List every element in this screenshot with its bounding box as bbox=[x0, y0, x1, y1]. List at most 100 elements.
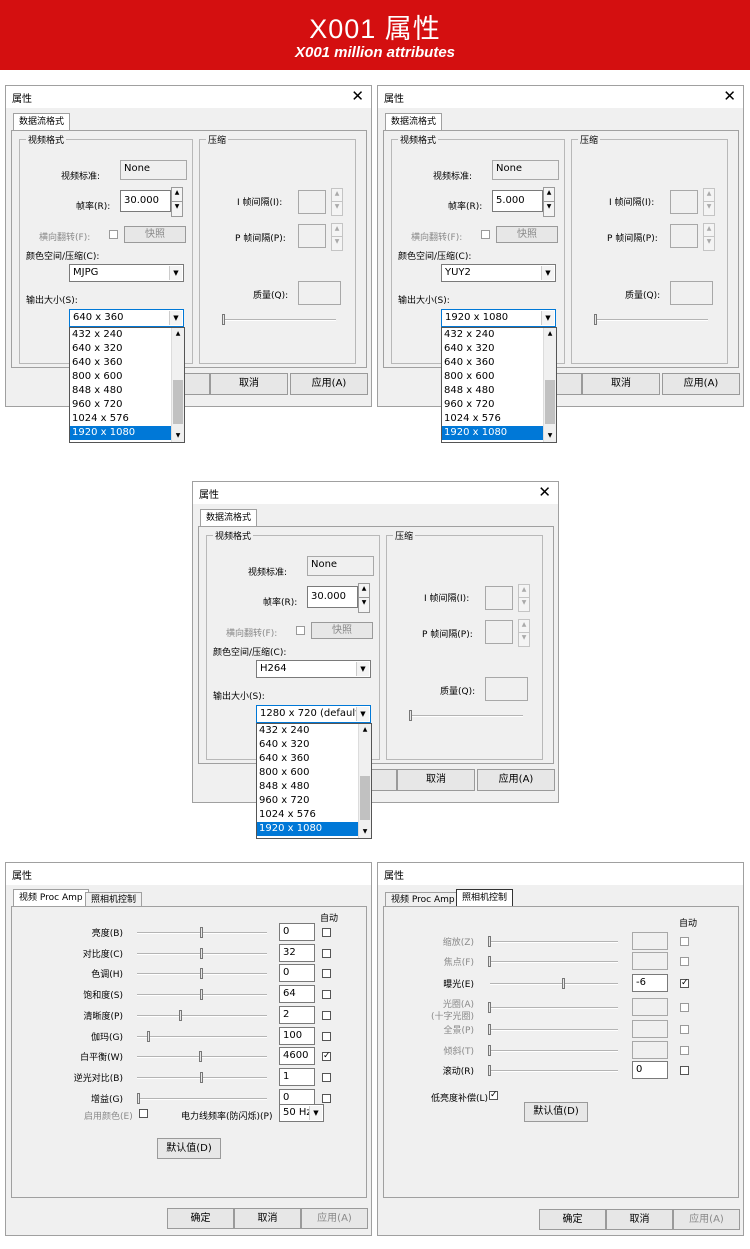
auto-checkbox[interactable] bbox=[322, 969, 331, 979]
dropdown-scrollbar[interactable]: ▲ ▼ bbox=[171, 328, 184, 442]
dropdown-option[interactable]: 1920 x 1080 bbox=[70, 426, 184, 440]
auto-checkbox[interactable] bbox=[322, 928, 331, 937]
value-field[interactable]: 4600 bbox=[279, 1047, 315, 1066]
low-light-checkbox[interactable]: ✓ bbox=[489, 1091, 498, 1100]
slider-thumb[interactable] bbox=[488, 1024, 491, 1035]
quality-slider-thumb[interactable] bbox=[409, 710, 412, 721]
spin-down-icon[interactable]: ▼ bbox=[544, 202, 554, 216]
dropdown-option[interactable]: 960 x 720 bbox=[257, 794, 371, 808]
dropdown-option[interactable]: 848 x 480 bbox=[70, 384, 184, 398]
value-field[interactable]: 100 bbox=[279, 1026, 315, 1045]
output-size-select[interactable]: 1280 x 720 (default ▼ bbox=[256, 705, 371, 723]
dropdown-option[interactable]: 800 x 600 bbox=[442, 370, 556, 384]
dropdown-scrollbar[interactable]: ▲ ▼ bbox=[543, 328, 556, 442]
apply-button[interactable]: 应用(A) bbox=[301, 1208, 368, 1229]
dropdown-option[interactable]: 640 x 360 bbox=[442, 356, 556, 370]
quality-slider-track[interactable] bbox=[411, 715, 523, 717]
slider-thumb[interactable] bbox=[488, 1045, 491, 1056]
h-flip-checkbox[interactable] bbox=[109, 230, 118, 239]
chevron-down-icon[interactable]: ▼ bbox=[356, 707, 369, 721]
slider-thumb[interactable] bbox=[200, 1071, 203, 1083]
chevron-down-icon[interactable]: ▼ bbox=[169, 266, 182, 280]
cancel-button[interactable]: 取消 bbox=[397, 769, 475, 791]
dropdown-scrollbar[interactable]: ▲ ▼ bbox=[358, 724, 371, 838]
cancel-button[interactable]: 取消 bbox=[606, 1209, 673, 1230]
spin-down-icon[interactable]: ▼ bbox=[172, 202, 182, 216]
dropdown-option[interactable]: 1024 x 576 bbox=[257, 808, 371, 822]
quality-slider-thumb[interactable] bbox=[222, 314, 225, 325]
slider-track[interactable] bbox=[490, 1029, 618, 1031]
output-size-select[interactable]: 1920 x 1080 ▼ bbox=[441, 309, 556, 327]
tab-stream-format[interactable]: 数据流格式 bbox=[385, 113, 443, 131]
output-size-select[interactable]: 640 x 360 ▼ bbox=[69, 309, 184, 327]
color-space-select[interactable]: YUY2 ▼ bbox=[441, 264, 556, 282]
color-enable-checkbox[interactable] bbox=[139, 1109, 148, 1118]
tab-video-procamp[interactable]: 视频 Proc Amp bbox=[13, 889, 89, 907]
dropdown-option[interactable]: 848 x 480 bbox=[257, 780, 371, 794]
scroll-up-icon[interactable]: ▲ bbox=[544, 328, 556, 340]
slider-thumb[interactable] bbox=[200, 927, 203, 938]
dropdown-option[interactable]: 800 x 600 bbox=[70, 370, 184, 384]
snapshot-button[interactable]: 快照 bbox=[496, 226, 558, 243]
value-field[interactable]: -6 bbox=[632, 974, 668, 992]
color-space-select[interactable]: MJPG ▼ bbox=[69, 264, 184, 282]
slider-thumb[interactable] bbox=[488, 956, 491, 967]
value-field[interactable]: 0 bbox=[632, 1061, 668, 1079]
auto-checkbox[interactable] bbox=[322, 948, 331, 958]
frame-rate-input[interactable]: 5.000 bbox=[492, 190, 543, 212]
slider-track[interactable] bbox=[490, 1070, 618, 1072]
dropdown-option[interactable]: 640 x 320 bbox=[70, 342, 184, 356]
dropdown-option[interactable]: 432 x 240 bbox=[70, 328, 184, 342]
chevron-down-icon[interactable]: ▼ bbox=[309, 1106, 322, 1120]
dropdown-option[interactable]: 1920 x 1080 bbox=[442, 426, 556, 440]
tab-stream-format[interactable]: 数据流格式 bbox=[200, 509, 258, 527]
scroll-thumb[interactable] bbox=[360, 776, 370, 820]
slider-thumb[interactable] bbox=[488, 936, 491, 947]
slider-thumb[interactable] bbox=[488, 1002, 491, 1013]
h-flip-checkbox[interactable] bbox=[481, 230, 490, 239]
value-field[interactable]: 0 bbox=[279, 923, 315, 941]
scroll-up-icon[interactable]: ▲ bbox=[172, 328, 184, 340]
slider-thumb[interactable] bbox=[199, 1051, 202, 1063]
spin-up-icon[interactable]: ▲ bbox=[359, 584, 369, 598]
chevron-down-icon[interactable]: ▼ bbox=[541, 266, 554, 280]
close-icon[interactable]: ✕ bbox=[723, 87, 736, 105]
close-icon[interactable]: ✕ bbox=[351, 87, 364, 105]
slider-track[interactable] bbox=[490, 1050, 618, 1052]
tab-camera-control[interactable]: 照相机控制 bbox=[85, 892, 143, 907]
cancel-button[interactable]: 取消 bbox=[234, 1208, 301, 1229]
scroll-up-icon[interactable]: ▲ bbox=[359, 724, 371, 736]
quality-slider-track[interactable] bbox=[596, 319, 708, 321]
cancel-button[interactable]: 取消 bbox=[582, 373, 660, 395]
frame-rate-input[interactable]: 30.000 bbox=[307, 586, 358, 608]
auto-checkbox[interactable] bbox=[680, 1025, 689, 1034]
frame-rate-spinner[interactable]: ▲ ▼ bbox=[543, 187, 555, 217]
slider-track[interactable] bbox=[490, 961, 618, 963]
scroll-down-icon[interactable]: ▼ bbox=[172, 430, 184, 442]
h-flip-checkbox[interactable] bbox=[296, 626, 305, 635]
slider-thumb[interactable] bbox=[179, 1009, 182, 1021]
powerline-select[interactable]: 50 Hz ▼ bbox=[279, 1104, 324, 1122]
dropdown-option[interactable]: 640 x 320 bbox=[442, 342, 556, 356]
auto-checkbox[interactable] bbox=[322, 990, 331, 1000]
scroll-thumb[interactable] bbox=[173, 380, 183, 424]
slider-thumb[interactable] bbox=[200, 968, 203, 980]
scroll-down-icon[interactable]: ▼ bbox=[544, 430, 556, 442]
slider-thumb[interactable] bbox=[562, 978, 565, 989]
auto-checkbox[interactable]: ✓ bbox=[322, 1052, 331, 1062]
value-field[interactable]: 32 bbox=[279, 943, 315, 962]
auto-checkbox[interactable] bbox=[322, 1031, 331, 1041]
auto-checkbox[interactable] bbox=[322, 1010, 331, 1020]
slider-thumb[interactable] bbox=[488, 1065, 491, 1076]
spin-down-icon[interactable]: ▼ bbox=[359, 598, 369, 612]
auto-checkbox[interactable] bbox=[322, 1093, 331, 1103]
tab-stream-format[interactable]: 数据流格式 bbox=[13, 113, 71, 131]
slider-track[interactable] bbox=[490, 1007, 618, 1009]
slider-track[interactable] bbox=[490, 941, 618, 943]
ok-button[interactable]: 确定 bbox=[539, 1209, 606, 1230]
apply-button[interactable]: 应用(A) bbox=[290, 373, 368, 395]
output-size-dropdown[interactable]: 432 x 240 640 x 320 640 x 360 800 x 600 848 … bbox=[256, 723, 372, 839]
scroll-down-icon[interactable]: ▼ bbox=[359, 826, 371, 838]
apply-button[interactable]: 应用(A) bbox=[662, 373, 740, 395]
output-size-dropdown[interactable]: 432 x 240 640 x 320 640 x 360 800 x 600 848 … bbox=[69, 327, 185, 443]
